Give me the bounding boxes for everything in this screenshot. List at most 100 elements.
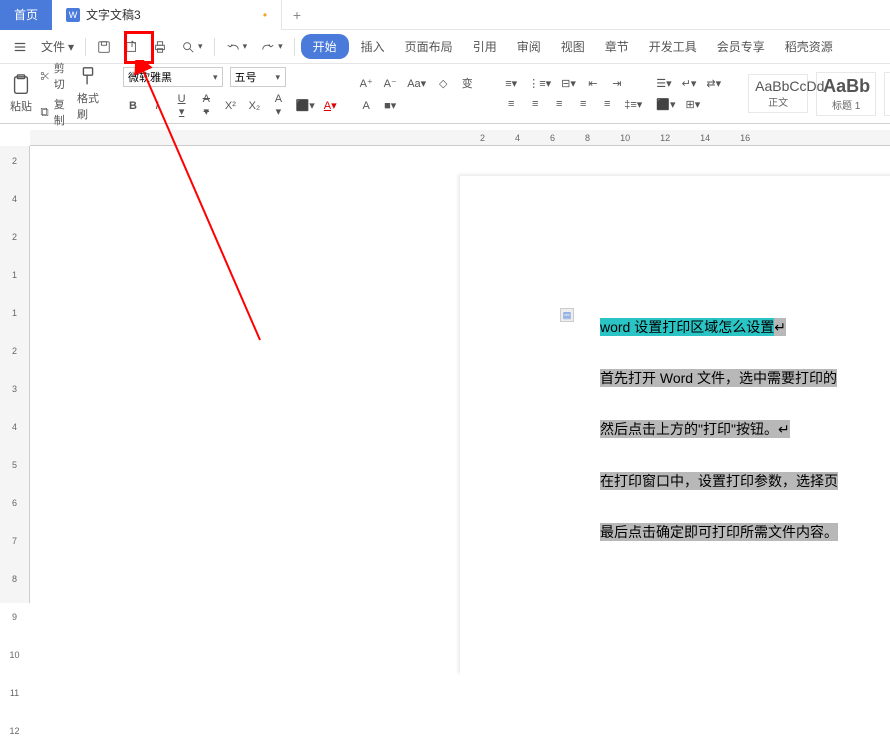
separator (85, 38, 86, 56)
page[interactable]: ▤ word 设置打印区域怎么设置↵ 首先打开 Word 文件，选中需要打印的 … (460, 176, 890, 676)
horizontal-ruler[interactable]: 246810121416 (30, 130, 890, 146)
superscript-button[interactable]: X² (220, 98, 240, 114)
paste-group[interactable]: 粘贴 (10, 74, 32, 114)
file-menu-label: 文件 (41, 38, 65, 55)
file-menu[interactable]: 文件 ▾ (36, 35, 79, 58)
char-shading-button[interactable]: ■▾ (380, 97, 400, 114)
export-button[interactable] (120, 37, 144, 57)
dirty-indicator: • (263, 8, 267, 22)
hamburger-menu[interactable] (8, 37, 32, 57)
format-painter-label: 格式刷 (77, 90, 99, 122)
increase-font-button[interactable]: A⁺ (356, 75, 376, 92)
italic-button[interactable]: I (147, 98, 167, 114)
paragraph-marker-icon: ▤ (560, 308, 574, 322)
font-color-button[interactable]: A▾ (320, 97, 340, 114)
style-sample: AaBbCcDd (755, 78, 801, 94)
style-name: 正文 (755, 94, 801, 109)
document-tab[interactable]: W 文字文稿3 • (52, 0, 282, 30)
tab-page-layout[interactable]: 页面布局 (397, 34, 461, 59)
plus-icon: + (293, 7, 301, 23)
chevron-down-icon[interactable]: ▾ (213, 72, 218, 83)
style-normal[interactable]: AaBbCcDd 正文 (748, 74, 808, 113)
borders-button[interactable]: ⊞▾ (682, 96, 703, 113)
tab-section[interactable]: 章节 (597, 34, 637, 59)
word-doc-icon: W (66, 8, 80, 22)
separator (294, 38, 295, 56)
tab-start[interactable]: 开始 (301, 34, 349, 59)
style-heading1[interactable]: AaBb 标题 1 (816, 72, 876, 116)
tab-insert[interactable]: 插入 (353, 34, 393, 59)
chevron-down-icon: ▾ (198, 41, 203, 52)
align-left-button[interactable]: ≡ (501, 96, 521, 112)
numbering-button[interactable]: ⋮≡▾ (525, 75, 554, 92)
chevron-down-icon[interactable]: ▾ (276, 72, 281, 83)
quick-access-bar: 文件 ▾ ▾ ▾ ▾ 开始 插入 页面布局 引用 审阅 视图 章节 开发工具 会… (0, 30, 890, 64)
new-tab-button[interactable]: + (282, 7, 312, 23)
chevron-down-icon: ▾ (278, 41, 283, 52)
phonetic-button[interactable]: 变 (457, 73, 477, 93)
redo-icon (261, 40, 275, 54)
increase-indent-button[interactable]: ⇥ (607, 75, 627, 92)
tab-button[interactable]: ⇄▾ (703, 75, 724, 92)
tab-member[interactable]: 会员专享 (709, 34, 773, 59)
hamburger-icon (13, 40, 27, 54)
doc-paragraph[interactable]: 然后点击上方的"打印"按钮。↵ (600, 410, 890, 449)
subscript-button[interactable]: X₂ (244, 98, 264, 114)
bold-button[interactable]: B (123, 98, 143, 114)
copy-label: 复制 (54, 96, 69, 128)
document-canvas[interactable]: ▤ word 设置打印区域怎么设置↵ 首先打开 Word 文件，选中需要打印的 … (30, 146, 890, 603)
multilevel-button[interactable]: ⊟▾ (558, 75, 579, 92)
align-justify-button[interactable]: ≡ (573, 96, 593, 112)
print-button[interactable] (148, 37, 172, 57)
text-effect-button[interactable]: A ▾ (268, 91, 288, 120)
scissors-icon (40, 69, 50, 83)
save-button[interactable] (92, 37, 116, 57)
clear-format-button[interactable]: ◇ (433, 75, 453, 92)
doc-title[interactable]: word 设置打印区域怎么设置↵ (600, 308, 890, 347)
doc-paragraph[interactable]: 在打印窗口中，设置打印参数，选择页 (600, 462, 890, 501)
show-marks-button[interactable]: ↵▾ (679, 75, 700, 92)
tab-reference[interactable]: 引用 (465, 34, 505, 59)
export-icon (125, 40, 139, 54)
vertical-ruler[interactable]: 2421123456789101112 (0, 146, 30, 603)
undo-button[interactable]: ▾ (221, 37, 253, 57)
print-preview-button[interactable]: ▾ (176, 37, 208, 57)
preview-icon (181, 40, 195, 54)
sort-button[interactable]: ☰▾ (653, 75, 674, 92)
cut-label: 剪切 (54, 60, 69, 92)
copy-button[interactable]: 复制 (40, 96, 69, 128)
highlight-button[interactable]: ⬛▾ (293, 97, 317, 114)
title-bar: 首页 W 文字文稿3 • + (0, 0, 890, 30)
font-name-select[interactable] (123, 67, 223, 87)
cut-button[interactable]: 剪切 (40, 60, 69, 92)
decrease-font-button[interactable]: A⁻ (380, 75, 400, 92)
paste-label: 粘贴 (10, 98, 32, 114)
clipboard-icon (10, 74, 32, 96)
tab-docer[interactable]: 稻壳资源 (777, 34, 841, 59)
strikethrough-button[interactable]: A ▾ (196, 91, 216, 120)
tab-devtools[interactable]: 开发工具 (641, 34, 705, 59)
home-tab[interactable]: 首页 (0, 0, 52, 30)
undo-icon (226, 40, 240, 54)
change-case-button[interactable]: Aa▾ (404, 75, 429, 92)
format-painter-icon (77, 66, 99, 88)
line-spacing-button[interactable]: ‡≡▾ (621, 96, 645, 113)
save-icon (97, 40, 111, 54)
doc-paragraph[interactable]: 首先打开 Word 文件，选中需要打印的 (600, 359, 890, 398)
decrease-indent-button[interactable]: ⇤ (583, 75, 603, 92)
align-distribute-button[interactable]: ≡ (597, 96, 617, 112)
align-center-button[interactable]: ≡ (525, 96, 545, 112)
tab-view[interactable]: 视图 (553, 34, 593, 59)
char-border-button[interactable]: A (356, 98, 376, 114)
format-painter-button[interactable]: 格式刷 (77, 66, 99, 122)
doc-paragraph[interactable]: 最后点击确定即可打印所需文件内容。 (600, 513, 890, 552)
underline-button[interactable]: U ▾ (171, 91, 192, 120)
style-heading2[interactable]: Aa 标 (884, 72, 890, 116)
style-name: 标题 1 (823, 97, 869, 112)
align-right-button[interactable]: ≡ (549, 96, 569, 112)
home-tab-label: 首页 (14, 6, 38, 23)
bullets-button[interactable]: ≡▾ (501, 75, 521, 92)
shading-button[interactable]: ⬛▾ (653, 96, 678, 113)
tab-review[interactable]: 审阅 (509, 34, 549, 59)
redo-button[interactable]: ▾ (256, 37, 288, 57)
